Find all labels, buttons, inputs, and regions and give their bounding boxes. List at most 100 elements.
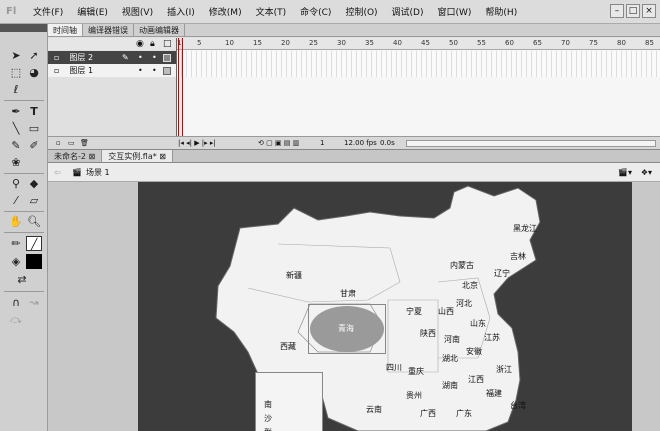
pencil-tool-icon[interactable]: ✎ <box>8 138 24 153</box>
doc-tab-untitled[interactable]: 未命名-2 ⊠ <box>48 150 103 162</box>
tab-timeline[interactable]: 时间轴 <box>48 24 83 36</box>
province-label[interactable]: 湖南 <box>442 380 458 391</box>
paint-bucket-tool-icon[interactable]: ◆ <box>26 176 42 191</box>
back-arrow-icon[interactable]: ⇦ <box>54 163 61 182</box>
menu-commands[interactable]: 命令(C) <box>293 5 338 18</box>
province-label[interactable]: 山西 <box>438 306 454 317</box>
edit-symbols-icon[interactable]: ❖▾ <box>641 163 652 182</box>
layer-color-box[interactable] <box>163 54 171 62</box>
line-tool-icon[interactable]: ╲ <box>8 121 24 136</box>
province-label[interactable]: 辽宁 <box>494 268 510 279</box>
subselection-tool-icon[interactable]: ➚ <box>26 48 42 63</box>
edit-scene-icon[interactable]: 🎬︎▾ <box>618 163 632 182</box>
visibility-dot[interactable]: • <box>138 51 143 64</box>
visibility-dot[interactable]: • <box>138 64 143 77</box>
province-label[interactable]: 宁夏 <box>406 306 422 317</box>
menu-text[interactable]: 文本(T) <box>249 5 294 18</box>
province-label[interactable]: 黑龙江 <box>513 223 537 234</box>
deco-tool-icon[interactable]: ❀ <box>8 155 24 170</box>
straighten-icon[interactable]: ⤼ <box>8 312 24 327</box>
province-label[interactable]: 江苏 <box>484 332 500 343</box>
province-label[interactable]: 北京 <box>462 280 478 291</box>
doc-tab-interactive[interactable]: 交互实例.fla* ⊠ <box>102 150 173 162</box>
province-label[interactable]: 云南 <box>366 404 382 415</box>
new-layer-icon[interactable]: ▫ <box>56 137 61 150</box>
fill-swatch[interactable] <box>26 254 42 269</box>
close-button[interactable]: × <box>642 4 656 18</box>
menu-debug[interactable]: 调试(D) <box>385 5 431 18</box>
bone-tool-icon[interactable]: ⚲ <box>8 176 24 191</box>
menu-insert[interactable]: 插入(I) <box>160 5 202 18</box>
selection-tool-icon[interactable]: ➤ <box>8 48 24 63</box>
menu-window[interactable]: 窗口(W) <box>431 5 479 18</box>
province-label[interactable]: 浙江 <box>496 364 512 375</box>
province-label[interactable]: 台湾 <box>510 400 526 411</box>
outline-icon[interactable]: □ <box>163 39 172 49</box>
lasso-tool-icon[interactable]: ℓ <box>8 82 24 97</box>
fill-color-icon[interactable]: ◈ <box>8 254 24 269</box>
province-label[interactable]: 新疆 <box>286 270 302 281</box>
rectangle-tool-icon[interactable]: ▭ <box>26 121 42 136</box>
menu-edit[interactable]: 编辑(E) <box>70 5 115 18</box>
delete-layer-icon[interactable]: 🗑︎ <box>80 137 89 150</box>
province-label[interactable]: 安徽 <box>466 346 482 357</box>
stage-canvas[interactable]: 黑龙江 吉林 辽宁 内蒙古 北京 新疆 甘肃 青海 宁夏 山西 河北 山东 西藏… <box>138 182 632 431</box>
layer-color-box[interactable] <box>163 67 171 75</box>
zoom-tool-icon[interactable]: 🔍︎ <box>26 214 42 229</box>
layer-row[interactable]: ▫ 图层 2 ✎ • • <box>48 51 176 64</box>
menu-help[interactable]: 帮助(H) <box>478 5 524 18</box>
frames-area[interactable]: 1 5 10 15 20 25 30 35 40 45 50 55 60 65 … <box>176 38 660 136</box>
stage-area[interactable]: 黑龙江 吉林 辽宁 内蒙古 北京 新疆 甘肃 青海 宁夏 山西 河北 山东 西藏… <box>48 182 660 431</box>
province-label[interactable]: 山东 <box>470 318 486 329</box>
menu-view[interactable]: 视图(V) <box>115 5 160 18</box>
lock-dot[interactable]: • <box>152 51 157 64</box>
swap-colors-icon[interactable]: ⇄ <box>14 272 30 287</box>
province-label[interactable]: 甘肃 <box>340 288 356 299</box>
pen-tool-icon[interactable]: ✒ <box>8 104 24 119</box>
brush-tool-icon[interactable]: ✐ <box>26 138 42 153</box>
lock-icon[interactable]: 🔒︎ <box>150 39 155 49</box>
eraser-tool-icon[interactable]: ▱ <box>26 193 42 208</box>
province-label[interactable]: 西藏 <box>280 341 296 352</box>
onion-skin-icons[interactable]: ⟲ ▢ ▣ ▤ ▥ <box>258 137 299 150</box>
province-label[interactable]: 福建 <box>486 388 502 399</box>
province-label[interactable]: 河南 <box>444 334 460 345</box>
province-label[interactable]: 吉林 <box>510 251 526 262</box>
menu-control[interactable]: 控制(O) <box>338 5 384 18</box>
stroke-swatch[interactable]: ╱ <box>26 236 42 251</box>
frame-ruler[interactable]: 1 5 10 15 20 25 30 35 40 45 50 55 60 65 … <box>177 38 660 50</box>
menu-file[interactable]: 文件(F) <box>26 5 70 18</box>
province-label[interactable]: 广东 <box>456 408 472 419</box>
eye-icon[interactable]: ◉ <box>136 39 144 49</box>
3d-rotation-tool-icon[interactable]: ◕ <box>26 65 42 80</box>
layer-row[interactable]: ▫ 图层 1 • • <box>48 64 176 77</box>
province-label[interactable]: 陕西 <box>420 328 436 339</box>
hand-tool-icon[interactable]: ✋ <box>8 214 24 229</box>
province-label[interactable]: 青海 <box>338 323 354 334</box>
maximize-button[interactable]: □ <box>626 4 640 18</box>
free-transform-tool-icon[interactable]: ⬚ <box>8 65 24 80</box>
snap-magnet-icon[interactable]: ∩ <box>8 295 24 310</box>
menu-modify[interactable]: 修改(M) <box>202 5 249 18</box>
province-label[interactable]: 贵州 <box>406 390 422 401</box>
province-label[interactable]: 四川 <box>386 362 402 373</box>
province-label[interactable]: 重庆 <box>408 366 424 377</box>
playhead[interactable] <box>178 38 183 136</box>
province-label[interactable]: 内蒙古 <box>450 260 474 271</box>
minimize-button[interactable]: – <box>610 4 624 18</box>
timeline-scrollbar[interactable] <box>406 140 656 147</box>
new-folder-icon[interactable]: ▭ <box>68 137 75 150</box>
text-tool-icon[interactable]: T <box>26 104 42 119</box>
playback-controls[interactable]: |◂ ◂| ▶ |▸ ▸| <box>178 137 216 150</box>
stroke-color-icon[interactable]: ✏ <box>8 236 24 251</box>
tab-motion-editor[interactable]: 动画编辑器 <box>134 24 185 36</box>
smooth-icon[interactable]: ↝ <box>26 295 42 310</box>
province-label[interactable]: 广西 <box>420 408 436 419</box>
frame-row[interactable] <box>177 64 660 77</box>
frame-row[interactable] <box>177 51 660 64</box>
tab-compiler-errors[interactable]: 编译器错误 <box>83 24 134 36</box>
lock-dot[interactable]: • <box>152 64 157 77</box>
province-label[interactable]: 湖北 <box>442 353 458 364</box>
province-label[interactable]: 江西 <box>468 374 484 385</box>
close-icon[interactable]: ⊠ <box>159 152 166 161</box>
